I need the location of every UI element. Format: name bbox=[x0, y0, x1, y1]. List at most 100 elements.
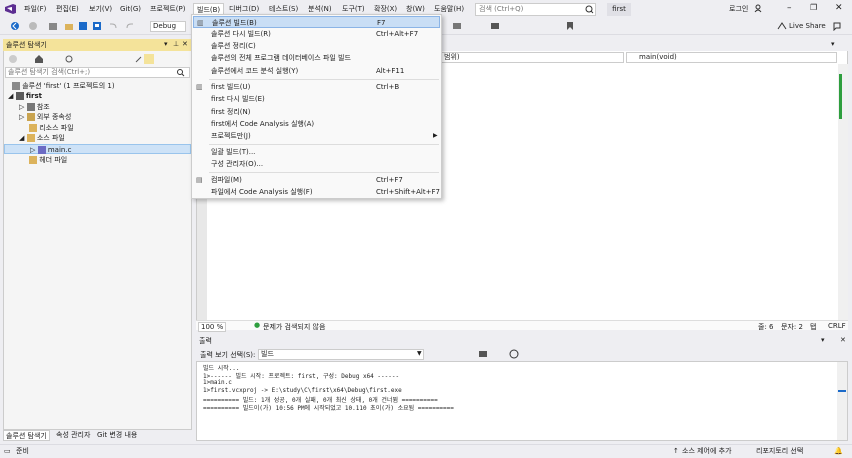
tree-item-resource-files[interactable]: 리소스 파일 bbox=[29, 123, 74, 133]
output-line: 1>first.vcxproj -> E:\study\C\first\x64\… bbox=[203, 387, 402, 394]
menu-edit[interactable]: 편집(E) bbox=[53, 3, 82, 16]
maximize-button[interactable]: ❐ bbox=[810, 3, 817, 12]
live-share-icon[interactable] bbox=[777, 21, 787, 31]
folder-icon bbox=[29, 124, 37, 132]
chevron-down-icon[interactable]: ▾ bbox=[164, 40, 168, 48]
configuration-select[interactable]: Debug bbox=[150, 21, 186, 32]
output-source-select[interactable]: 빌드 bbox=[258, 349, 424, 360]
forward-icon[interactable] bbox=[28, 21, 38, 31]
tree-item-source-files[interactable]: ◢ 소스 파일 bbox=[19, 133, 65, 143]
zoom-level[interactable]: 100 % bbox=[198, 322, 227, 332]
tree-item-header-files[interactable]: 헤더 파일 bbox=[29, 155, 67, 165]
menu-item-code-analysis-project[interactable]: first에서 Code Analysis 실행(A) bbox=[193, 118, 440, 130]
output-panel-title: 출력 bbox=[196, 335, 848, 347]
collapsed-arrow-icon[interactable]: ▷ bbox=[19, 113, 24, 121]
tree-item-project[interactable]: ◢ first bbox=[8, 91, 42, 101]
menu-item-clean-solution[interactable]: 솔루션 정리(C) bbox=[193, 40, 440, 52]
login-link[interactable]: 로그인 bbox=[729, 4, 748, 14]
tab-mode[interactable]: 탭 bbox=[810, 322, 816, 332]
menu-separator bbox=[209, 172, 439, 173]
chevron-down-icon[interactable]: ▾ bbox=[831, 40, 835, 48]
folder-icon bbox=[26, 134, 35, 142]
close-panel-icon[interactable]: ✕ bbox=[182, 40, 188, 48]
undo-icon[interactable] bbox=[108, 21, 118, 31]
menu-view[interactable]: 보기(V) bbox=[86, 3, 115, 16]
output-scrollbar[interactable] bbox=[837, 362, 847, 440]
back-icon[interactable] bbox=[8, 54, 18, 64]
bookmark-icon[interactable] bbox=[565, 21, 575, 31]
line-ending[interactable]: CRLF bbox=[828, 322, 846, 330]
collapsed-arrow-icon[interactable]: ▷ bbox=[19, 103, 24, 111]
save-all-icon[interactable] bbox=[92, 21, 102, 31]
back-icon[interactable] bbox=[10, 21, 20, 31]
menu-item-build-pdb[interactable]: 솔루션의 전체 프로그램 데이터베이스 파일 빌드 bbox=[193, 52, 440, 64]
function-dropdown[interactable]: main(void) bbox=[626, 52, 837, 63]
menu-item-batch-build[interactable]: 일괄 빌드(T)... bbox=[193, 146, 440, 158]
close-panel-icon[interactable]: ✕ bbox=[840, 336, 846, 344]
solution-name-badge: first bbox=[607, 3, 631, 16]
pin-icon[interactable]: ⊥ bbox=[173, 40, 179, 48]
menu-project[interactable]: 프로젝트(P) bbox=[147, 3, 188, 16]
menu-git[interactable]: Git(G) bbox=[117, 3, 144, 16]
search-input[interactable]: 검색 (Ctrl+Q) bbox=[475, 3, 596, 16]
redo-icon[interactable] bbox=[125, 21, 135, 31]
tree-item-main-c[interactable]: ▷ main.c bbox=[4, 144, 191, 154]
tree-item-external-deps[interactable]: ▷ 외부 종속성 bbox=[19, 112, 71, 122]
repo-select-button[interactable]: 리포지토리 선택 bbox=[756, 445, 803, 458]
menu-item-build-solution[interactable]: ▥ 솔루션 빌드(B) F7 bbox=[193, 16, 440, 28]
sync-icon[interactable] bbox=[64, 54, 74, 64]
menu-item-rebuild-solution[interactable]: 솔루션 다시 빌드(R) Ctrl+Alt+F7 bbox=[193, 28, 440, 40]
save-icon[interactable] bbox=[78, 21, 88, 31]
live-share-button[interactable]: Live Share bbox=[789, 22, 826, 30]
menu-item-rebuild-project[interactable]: first 다시 빌드(E) bbox=[193, 93, 440, 105]
open-folder-icon[interactable] bbox=[64, 21, 74, 31]
scroll-thumb[interactable] bbox=[838, 390, 846, 392]
word-wrap-icon[interactable] bbox=[478, 349, 488, 359]
menu-item-compile[interactable]: ▤ 컴파일(M) Ctrl+F7 bbox=[193, 174, 440, 186]
tab-git-changes[interactable]: Git 변경 내용 bbox=[95, 430, 139, 441]
toolbar-tool-icon[interactable] bbox=[490, 21, 500, 31]
menu-item-project-only[interactable]: 프로젝트만(J) ▶ bbox=[193, 130, 440, 142]
expand-arrow-icon[interactable]: ◢ bbox=[19, 134, 24, 142]
feedback-icon[interactable] bbox=[832, 21, 842, 31]
notification-bell-icon[interactable]: 🔔 bbox=[834, 445, 843, 458]
menu-item-code-analysis-solution[interactable]: 솔루션에서 코드 분석 실행(Y) Alt+F11 bbox=[193, 65, 440, 77]
output-text-area[interactable]: 빌드 시작... 1>------ 빌드 시작: 프로젝트: first, 구성… bbox=[196, 361, 848, 441]
collapsed-arrow-icon[interactable]: ▷ bbox=[30, 146, 35, 154]
solution-explorer-search-input[interactable]: 솔루션 탐색기 검색(Ctrl+;) bbox=[5, 67, 190, 78]
editor-scrollbar[interactable] bbox=[838, 64, 848, 320]
menu-item-code-analysis-file[interactable]: 파일에서 Code Analysis 실행(F) Ctrl+Shift+Alt+F… bbox=[193, 186, 440, 198]
menu-item-config-manager[interactable]: 구성 관리자(O)... bbox=[193, 158, 440, 170]
scope-dropdown[interactable]: 범위) bbox=[441, 52, 624, 63]
status-icon: ▭ bbox=[4, 447, 11, 455]
up-arrow-icon: ↑ bbox=[673, 447, 679, 455]
solution-explorer-toolbar bbox=[4, 53, 191, 65]
menu-item-clean-project[interactable]: first 정리(N) bbox=[193, 106, 440, 118]
new-project-icon[interactable] bbox=[48, 21, 58, 31]
preview-icon[interactable] bbox=[144, 54, 154, 64]
build-menu-dropdown: ▥ 솔루션 빌드(B) F7 솔루션 다시 빌드(R) Ctrl+Alt+F7 솔루션… bbox=[191, 14, 442, 199]
solution-explorer-tabs: 솔루션 탐색기 속성 관리자 Git 변경 내용 bbox=[3, 430, 192, 441]
references-icon bbox=[26, 103, 35, 111]
tree-item-solution[interactable]: 솔루션 'first' (1 프로젝트의 1) bbox=[12, 81, 115, 91]
expand-arrow-icon[interactable]: ◢ bbox=[8, 92, 13, 100]
close-button[interactable]: ✕ bbox=[835, 3, 843, 13]
minimize-button[interactable]: – bbox=[787, 3, 792, 13]
home-icon[interactable] bbox=[34, 54, 44, 64]
folder-icon bbox=[26, 113, 35, 121]
tab-property-manager[interactable]: 속성 관리자 bbox=[54, 430, 92, 441]
panel-title: 솔루션 탐색기 bbox=[6, 41, 47, 49]
toolbar-tool-icon[interactable] bbox=[452, 21, 462, 31]
add-source-control-button[interactable]: 소스 제어에 추가 bbox=[682, 445, 732, 458]
issues-status[interactable]: 문제가 검색되지 않음 bbox=[263, 322, 325, 332]
clock-icon[interactable] bbox=[509, 349, 519, 359]
chevron-down-icon[interactable]: ▾ bbox=[821, 336, 825, 344]
tree-item-references[interactable]: ▷ 참조 bbox=[19, 102, 50, 112]
output-line: 1>------ 빌드 시작: 프로젝트: first, 구성: Debug x… bbox=[203, 373, 400, 380]
tab-solution-explorer[interactable]: 솔루션 탐색기 bbox=[3, 430, 50, 441]
menu-item-build-project[interactable]: ▥ first 빌드(U) Ctrl+B bbox=[193, 81, 440, 93]
menu-file[interactable]: 파일(F) bbox=[21, 3, 49, 16]
properties-wrench-icon[interactable] bbox=[134, 54, 144, 64]
account-icon[interactable] bbox=[754, 4, 763, 13]
build-project-icon: ▥ bbox=[196, 83, 203, 91]
